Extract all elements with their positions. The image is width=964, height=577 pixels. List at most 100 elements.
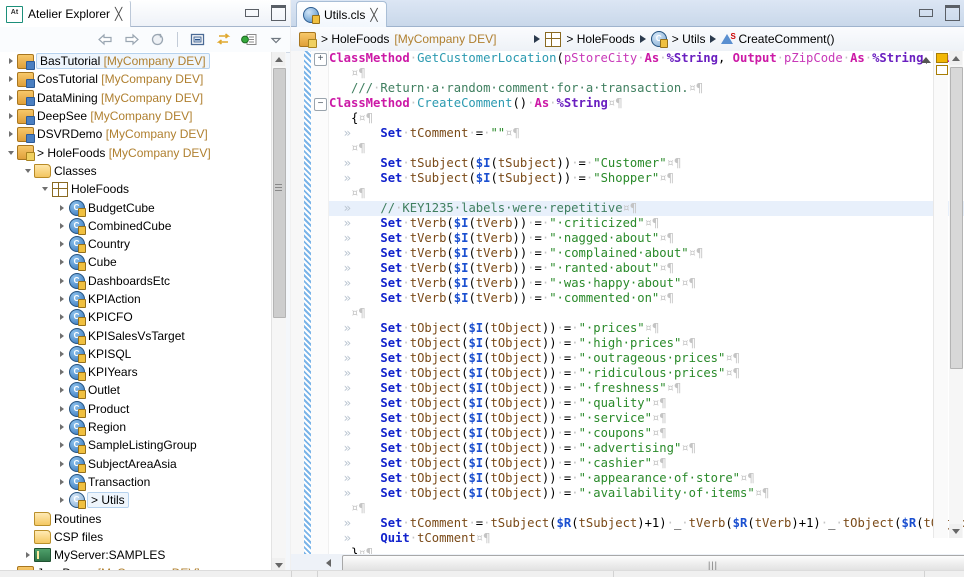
chevron-right-icon[interactable] [55,222,68,229]
code-line[interactable]: » Set·tVerb($I(tVerb))·=·"·ranted·about"… [329,261,964,276]
view-chevron-icon[interactable] [267,31,284,48]
code-line[interactable]: » Set·tComment·=·""¤¶ [329,126,964,141]
tree-row[interactable]: Routines [0,509,272,527]
code-line[interactable]: ClassMethod·GetCustomerLocation(pStoreCi… [329,51,964,66]
tree-row[interactable]: C > Utils [0,491,272,510]
tree-row[interactable]: DeepSee [MyCompany DEV] [0,107,272,125]
breadcrumb-item[interactable]: S CreateComment() [721,32,835,46]
editor-scroll-up-button[interactable] [949,51,962,65]
tree-row[interactable]: CosTutorial [MyCompany DEV] [0,70,272,88]
tree-row[interactable]: C Region [0,418,272,437]
code-line[interactable]: » Set·tSubject($I(tSubject))·=·"Customer… [329,156,964,171]
code-line[interactable]: » Set·tObject($I(tObject))·=·"·freshness… [329,381,964,396]
breadcrumb-item[interactable]: > HoleFoods [545,31,635,47]
chevron-right-icon[interactable] [55,332,68,339]
chevron-right-icon[interactable] [55,296,68,302]
code-line[interactable]: » Set·tObject($I(tObject))·=·"·quality"¤… [329,396,964,411]
chevron-right-icon[interactable] [55,442,68,449]
tab-utils-cls[interactable]: Utils.cls ╳ [296,1,387,27]
code-line[interactable]: » Set·tVerb($I(tVerb))·=·"·complained·ab… [329,246,964,261]
folding-margin[interactable]: + − [311,51,329,554]
chevron-down-icon[interactable] [4,150,17,155]
tree-row[interactable]: C KPIYears [0,363,272,382]
breadcrumb-item[interactable]: C > Utils [650,31,705,48]
code-line[interactable]: » Set·tVerb($I(tVerb))·=·"·was·happy·abo… [329,276,964,291]
link-editor-icon[interactable] [215,31,232,48]
breadcrumb-item[interactable]: > HoleFoods [MyCompany DEV] [299,31,496,48]
code-line[interactable]: » Set·tSubject($I(tSubject))·=·"Shopper"… [329,171,964,186]
code-line[interactable]: }¤¶ [329,546,964,554]
tree-row[interactable]: C Cube [0,253,272,272]
explorer-vertical-scrollbar[interactable] [271,52,286,572]
minimize-icon[interactable] [919,9,933,17]
close-icon[interactable]: ╳ [370,9,377,21]
tree-row[interactable]: C KPICFO [0,308,272,327]
tree-row[interactable]: DSVRDemo [MyCompany DEV] [0,125,272,143]
tree-row[interactable]: > HoleFoods [MyCompany DEV] [0,143,272,162]
maximize-icon[interactable] [945,5,960,21]
chevron-right-icon[interactable] [4,76,17,83]
maximize-icon[interactable] [271,5,286,21]
chevron-right-icon[interactable] [4,58,17,65]
refresh-icon[interactable] [149,31,166,48]
chevron-right-icon[interactable] [55,424,68,431]
chevron-right-icon[interactable] [55,314,68,321]
chevron-right-icon[interactable] [55,259,68,266]
tree-row[interactable]: C KPISQL [0,345,272,363]
code-line[interactable]: » Set·tObject($I(tObject))·=·"·prices"¤¶ [329,321,964,336]
code-line[interactable]: » Quit·tComment¤¶ [329,531,964,546]
forward-icon[interactable] [123,31,140,48]
code-line[interactable]: ¤¶ [329,186,964,201]
chevron-right-icon[interactable] [55,497,68,504]
code-line[interactable]: » Set·tObject($I(tObject))·=·"·cashier"¤… [329,456,964,471]
code-line[interactable]: ClassMethod·CreateComment()·As·%String¤¶ [329,96,964,111]
code-line[interactable]: ¤¶ [329,306,964,321]
tree-row[interactable]: C DashboardsEtc [0,272,272,290]
code-line[interactable]: » Set·tObject($I(tObject))·=·"·high·pric… [329,336,964,351]
view-menu-icon[interactable] [241,31,258,48]
fold-expand-icon[interactable]: + [314,53,327,66]
code-line[interactable]: » //·KEY1235·labels·were·repetitive¤¶ [329,201,964,216]
tree-row[interactable]: BasTutorial [MyCompany DEV] [0,52,272,70]
code-line[interactable]: » Set·tObject($I(tObject))·=·"·outrageou… [329,351,964,366]
chevron-right-icon[interactable] [21,552,34,559]
code-line[interactable]: » Set·tObject($I(tObject))·=·"·coupons"¤… [329,426,964,441]
code-line[interactable]: » Set·tObject($I(tObject))·=·"·availabil… [329,486,964,501]
code-line[interactable]: {¤¶ [329,111,964,126]
ruler-marker-warning[interactable] [936,53,948,63]
code-line[interactable]: » Set·tObject($I(tObject))·=·"·appearanc… [329,471,964,486]
breadcrumb[interactable]: > HoleFoods [MyCompany DEV] > HoleFoods C >… [291,27,964,52]
overview-ruler[interactable] [921,51,948,538]
code-line[interactable]: » Set·tObject($I(tObject))·=·"·ridiculou… [329,366,964,381]
tree-row[interactable]: C Product [0,400,272,418]
chevron-right-icon[interactable] [4,113,17,120]
minimize-icon[interactable] [245,9,259,17]
tree-row[interactable]: MyServer:SAMPLES [0,546,272,564]
code-line[interactable]: ¤¶ [329,66,964,81]
editor-horizontal-scrollbar[interactable]: ||| [326,555,964,573]
code-line[interactable]: ///·Return·a·random·comment·for·a·transa… [329,81,964,96]
scroll-up-button[interactable] [272,52,285,66]
chevron-right-icon[interactable] [55,204,68,211]
chevron-down-icon[interactable] [21,168,34,173]
collapse-all-icon[interactable] [189,31,206,48]
chevron-right-icon[interactable] [4,94,17,101]
tree-row[interactable]: HoleFoods [0,180,272,198]
tree-row[interactable]: C Outlet [0,381,272,400]
hscroll-left-button[interactable] [326,559,331,567]
chevron-right-icon[interactable] [4,131,17,138]
tree-row[interactable]: C SampleListingGroup [0,436,272,455]
code-line[interactable]: » Set·tVerb($I(tVerb))·=·"·nagged·about"… [329,231,964,246]
tree-row[interactable]: C CombinedCube [0,217,272,235]
tab-atelier-explorer[interactable]: At Atelier Explorer ╳ [0,0,132,28]
chevron-down-icon[interactable] [38,187,51,192]
close-icon[interactable]: ╳ [115,8,122,20]
code-line[interactable]: » Set·tObject($I(tObject))·=·"·service"¤… [329,411,964,426]
tree-row[interactable]: C KPISalesVsTarget [0,326,272,345]
code-line[interactable]: » Set·tObject($I(tObject))·=·"·advertisi… [329,441,964,456]
tree-row[interactable]: Classes [0,162,272,180]
code-area[interactable]: ClassMethod·GetCustomerLocation(pStoreCi… [329,51,964,554]
fold-collapse-icon[interactable]: − [314,98,327,111]
chevron-right-icon[interactable] [55,460,68,467]
code-line[interactable]: » Set·tComment·=·tSubject($R(tSubject)+1… [329,516,964,531]
